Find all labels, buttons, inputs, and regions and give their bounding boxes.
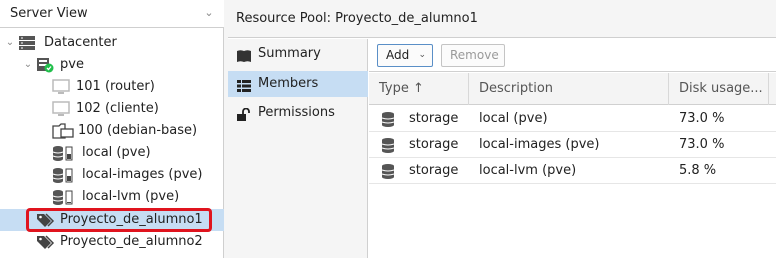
tree-item-label: local-lvm (pve) bbox=[82, 189, 180, 204]
template-icon bbox=[52, 123, 74, 139]
collapse-toggle-icon[interactable]: ⌄ bbox=[4, 32, 16, 54]
type-cell: storage bbox=[369, 132, 469, 158]
type-label: storage bbox=[409, 137, 459, 152]
collapse-toggle-icon[interactable]: ⌄ bbox=[22, 54, 34, 76]
datacenter-icon bbox=[18, 35, 36, 51]
storage-icon bbox=[52, 167, 73, 183]
nav-item-members[interactable]: Members bbox=[228, 71, 368, 97]
pool-nav: Summary Members Permissions bbox=[228, 39, 368, 258]
tags-icon bbox=[36, 234, 55, 250]
type-label: storage bbox=[409, 111, 459, 126]
type-label: storage bbox=[409, 163, 459, 178]
members-toolbar: Add ⌄ Remove bbox=[369, 39, 776, 72]
description-cell: local (pve) bbox=[479, 111, 548, 126]
tree-item-label: Datacenter bbox=[44, 35, 117, 50]
tree-item-label: 101 (router) bbox=[76, 79, 155, 94]
tree-item-label: 102 (cliente) bbox=[76, 101, 159, 116]
chevron-down-icon: ⌄ bbox=[418, 50, 426, 60]
vm-icon bbox=[52, 101, 70, 117]
column-header-type[interactable]: Type ↑ bbox=[369, 73, 469, 105]
vm-icon bbox=[52, 79, 70, 95]
description-cell: local-lvm (pve) bbox=[479, 163, 577, 178]
storage-icon bbox=[381, 163, 395, 179]
panel-title-bar: Resource Pool: Proyecto_de_alumno1 bbox=[228, 0, 776, 38]
chevron-down-icon[interactable]: ⌄ bbox=[200, 3, 218, 23]
nav-label: Permissions bbox=[258, 105, 335, 120]
storage-icon bbox=[52, 189, 73, 205]
tree-item-storage-local-lvm[interactable]: local-lvm (pve) bbox=[0, 186, 224, 208]
nav-label: Summary bbox=[258, 46, 321, 61]
table-row[interactable]: storage local (pve) 73.0 % bbox=[369, 106, 776, 132]
storage-icon bbox=[381, 137, 395, 153]
tree-item-vm-102[interactable]: 102 (cliente) bbox=[0, 98, 224, 120]
add-button[interactable]: Add ⌄ bbox=[377, 44, 433, 67]
tree-item-label: local (pve) bbox=[82, 145, 151, 160]
table-row[interactable]: storage local-images (pve) 73.0 % bbox=[369, 132, 776, 158]
disk-usage-cell: 73.0 % bbox=[679, 111, 725, 126]
disk-usage-cell: 5.8 % bbox=[679, 163, 717, 178]
storage-icon bbox=[381, 111, 395, 127]
tree-item-label: local-images (pve) bbox=[82, 167, 203, 182]
grid-header: Type ↑ Description Disk usage... bbox=[369, 73, 776, 105]
tree-item-storage-local-images[interactable]: local-images (pve) bbox=[0, 164, 224, 186]
tree-item-vm-101[interactable]: 101 (router) bbox=[0, 76, 224, 98]
page-title: Resource Pool: Proyecto_de_alumno1 bbox=[236, 11, 478, 26]
view-selector-value: Server View bbox=[10, 6, 88, 21]
disk-usage-cell: 73.0 % bbox=[679, 137, 725, 152]
view-selector[interactable]: Server View ⌄ bbox=[0, 0, 224, 28]
tree-item-template-100[interactable]: 100 (debian-base) bbox=[0, 120, 224, 142]
storage-icon bbox=[52, 145, 73, 161]
table-row[interactable]: storage local-lvm (pve) 5.8 % bbox=[369, 158, 776, 184]
grid-icon bbox=[236, 77, 252, 92]
add-button-label: Add bbox=[386, 48, 410, 62]
nav-item-summary[interactable]: Summary bbox=[228, 41, 368, 67]
type-cell: storage bbox=[369, 158, 469, 184]
tree-item-node-pve[interactable]: ⌄ pve bbox=[0, 54, 224, 76]
remove-button[interactable]: Remove bbox=[441, 44, 505, 67]
tree-item-label: pve bbox=[60, 57, 84, 72]
unlock-icon bbox=[236, 106, 252, 121]
resource-tree-panel: Server View ⌄ ⌄ Datacenter ⌄ pve 101 (ro… bbox=[0, 0, 224, 258]
tree-item-label: 100 (debian-base) bbox=[78, 123, 198, 138]
nav-label: Members bbox=[258, 76, 319, 91]
column-header-disk-usage[interactable]: Disk usage... bbox=[669, 73, 769, 105]
members-content: Add ⌄ Remove Type ↑ Description Disk usa… bbox=[369, 39, 776, 258]
node-online-icon bbox=[36, 57, 54, 73]
nav-item-permissions[interactable]: Permissions bbox=[228, 100, 368, 126]
resource-pool-panel: Resource Pool: Proyecto_de_alumno1 Summa… bbox=[228, 0, 776, 258]
description-cell: local-images (pve) bbox=[479, 137, 600, 152]
remove-button-label: Remove bbox=[450, 48, 499, 62]
tree-item-label: Proyecto_de_alumno2 bbox=[60, 234, 203, 249]
type-cell: storage bbox=[369, 106, 469, 132]
tree-item-datacenter[interactable]: ⌄ Datacenter bbox=[0, 32, 224, 54]
tree-item-pool-proyecto-2[interactable]: Proyecto_de_alumno2 bbox=[0, 231, 224, 253]
tree-item-storage-local[interactable]: local (pve) bbox=[0, 142, 224, 164]
selection-highlight-box bbox=[26, 208, 212, 232]
book-icon bbox=[236, 47, 252, 62]
column-header-description[interactable]: Description bbox=[469, 73, 669, 105]
